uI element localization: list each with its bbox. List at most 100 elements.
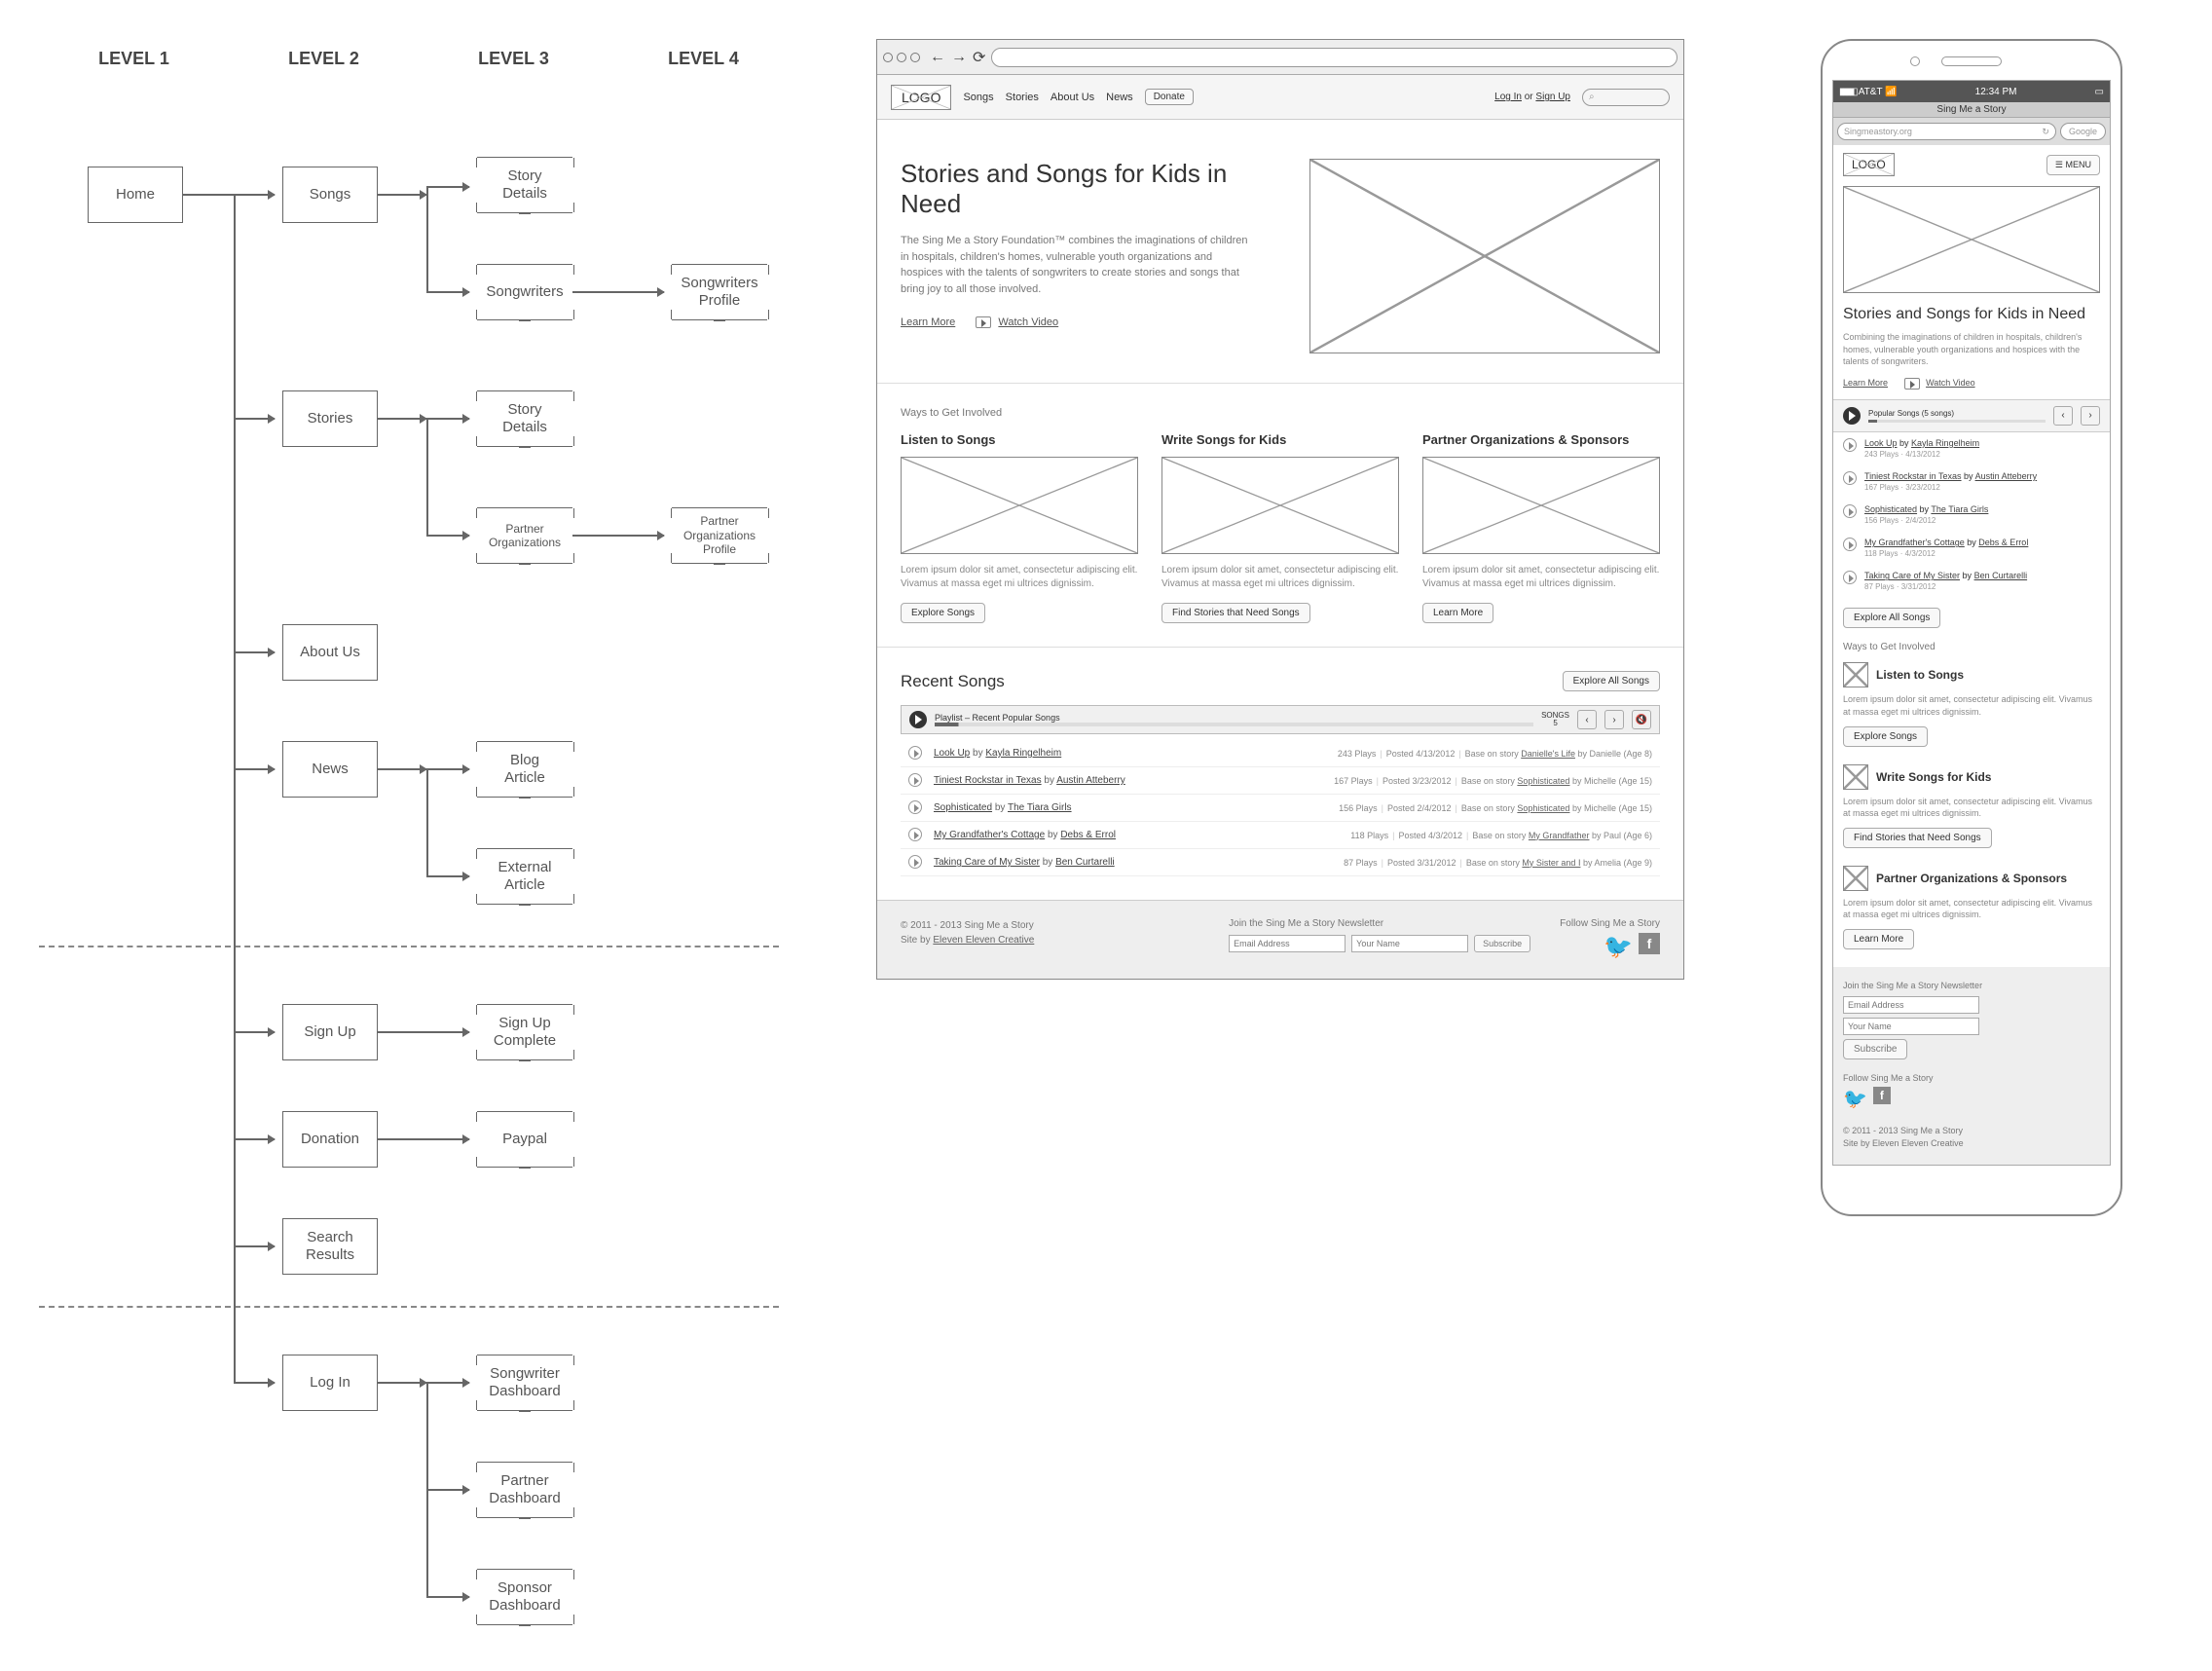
mobile-explore-all-button[interactable]: Explore All Songs	[1843, 608, 1940, 628]
url-input[interactable]: Singmeastory.org ↻	[1837, 123, 2056, 140]
nav-news[interactable]: News	[1106, 92, 1133, 103]
play-icon[interactable]	[908, 800, 922, 814]
twitter-icon[interactable]: 🐦	[1604, 933, 1633, 961]
story-link[interactable]: Sophisticated	[1517, 803, 1569, 813]
mobile-song-row: Taking Care of My Sister by Ben Curtarel…	[1843, 565, 2100, 598]
reload-icon[interactable]: ⟳	[973, 48, 985, 67]
facebook-icon[interactable]: f	[1873, 1087, 1891, 1104]
way-button[interactable]: Find Stories that Need Songs	[1843, 828, 1992, 848]
mobile-playlist-bar: Popular Songs (5 songs) ‹ ›	[1833, 399, 2110, 432]
prev-button[interactable]: ‹	[2053, 406, 2073, 426]
way-button[interactable]: Explore Songs	[1843, 726, 1928, 747]
play-button[interactable]	[909, 711, 927, 728]
search-input[interactable]: ⌕	[1582, 89, 1670, 106]
artist-link[interactable]: Debs & Errol	[1060, 830, 1116, 840]
google-search[interactable]: Google	[2060, 123, 2106, 140]
story-link[interactable]: Danielle's Life	[1521, 749, 1575, 759]
subscribe-button[interactable]: Subscribe	[1474, 935, 1530, 952]
artist-link[interactable]: Kayla Ringelheim	[985, 748, 1061, 759]
song-title-link[interactable]: Tiniest Rockstar in Texas	[934, 775, 1042, 786]
name-input[interactable]	[1351, 935, 1468, 952]
play-icon[interactable]	[908, 828, 922, 841]
learn-more-button[interactable]: Learn More	[1422, 603, 1493, 623]
prev-button[interactable]: ‹	[1577, 710, 1597, 729]
play-button[interactable]	[1843, 407, 1861, 425]
song-title-link[interactable]: Look Up	[934, 748, 970, 759]
mobile-learn-more[interactable]: Learn More	[1843, 378, 1888, 388]
find-stories-button[interactable]: Find Stories that Need Songs	[1161, 603, 1310, 623]
mobile-email-input[interactable]	[1843, 996, 1979, 1014]
logo[interactable]: LOGO	[891, 85, 951, 110]
song-title-link[interactable]: Tiniest Rockstar in Texas	[1864, 471, 1962, 481]
learn-more-link[interactable]: Learn More	[901, 316, 955, 328]
mobile-subscribe-button[interactable]: Subscribe	[1843, 1039, 1907, 1059]
story-link[interactable]: Sophisticated	[1517, 776, 1569, 786]
explore-all-button[interactable]: Explore All Songs	[1563, 671, 1660, 691]
story-link[interactable]: My Grandfather	[1529, 831, 1590, 840]
artist-link[interactable]: The Tiara Girls	[1931, 504, 1988, 514]
play-icon[interactable]	[1843, 538, 1857, 551]
mobile-name-input[interactable]	[1843, 1018, 1979, 1035]
artist-link[interactable]: The Tiara Girls	[1008, 802, 1072, 813]
progress-bar[interactable]	[935, 723, 1533, 726]
explore-songs-button[interactable]: Explore Songs	[901, 603, 985, 623]
nav-about[interactable]: About Us	[1051, 92, 1094, 103]
window-controls[interactable]	[883, 53, 920, 62]
connector	[426, 186, 469, 188]
refresh-icon[interactable]: ↻	[2042, 127, 2049, 137]
mobile-credit-link[interactable]: Eleven Eleven Creative	[1872, 1138, 1964, 1148]
song-row: Taking Care of My Sister by Ben Curtarel…	[901, 849, 1660, 876]
connector	[572, 535, 664, 537]
artist-link[interactable]: Kayla Ringelheim	[1911, 438, 1979, 448]
play-icon[interactable]	[908, 746, 922, 760]
play-icon[interactable]	[1843, 438, 1857, 452]
artist-link[interactable]: Austin Atteberry	[1056, 775, 1125, 786]
connector	[234, 418, 275, 420]
play-icon[interactable]	[908, 773, 922, 787]
song-title-link[interactable]: Sophisticated	[1864, 504, 1917, 514]
song-title-link[interactable]: My Grandfather's Cottage	[1864, 538, 1965, 547]
back-icon[interactable]: ←	[930, 49, 945, 66]
song-title-link[interactable]: Taking Care of My Sister	[1864, 571, 1960, 580]
mobile-hero-image	[1843, 186, 2100, 293]
artist-link[interactable]: Austin Atteberry	[1975, 471, 2038, 481]
watch-video-link[interactable]: Watch Video	[998, 316, 1058, 328]
facebook-icon[interactable]: f	[1639, 933, 1660, 954]
email-input[interactable]	[1229, 935, 1346, 952]
hero-title: Stories and Songs for Kids in Need	[901, 159, 1280, 219]
play-icon[interactable]	[1843, 504, 1857, 518]
twitter-icon[interactable]: 🐦	[1843, 1087, 1867, 1111]
next-button[interactable]: ›	[2081, 406, 2100, 426]
nav-stories[interactable]: Stories	[1006, 92, 1039, 103]
connector	[234, 768, 275, 770]
artist-link[interactable]: Ben Curtarelli	[1974, 571, 2028, 580]
artist-link[interactable]: Ben Curtarelli	[1055, 857, 1115, 868]
menu-button[interactable]: ☰ MENU	[2046, 155, 2100, 175]
signup-link[interactable]: Sign Up	[1535, 92, 1570, 102]
artist-link[interactable]: Debs & Errol	[1978, 538, 2028, 547]
login-link[interactable]: Log In	[1494, 92, 1522, 102]
mobile-watch-video[interactable]: Watch Video	[1926, 378, 1975, 388]
progress-bar[interactable]	[1868, 420, 2046, 423]
mobile-logo[interactable]: LOGO	[1843, 153, 1895, 176]
way-title: Partner Organizations & Sponsors	[1876, 872, 2067, 885]
play-icon[interactable]	[1843, 471, 1857, 485]
credit-link[interactable]: Eleven Eleven Creative	[933, 935, 1034, 946]
song-title-link[interactable]: Sophisticated	[934, 802, 992, 813]
song-title-link[interactable]: Look Up	[1864, 438, 1898, 448]
play-icon[interactable]	[1843, 571, 1857, 584]
forward-icon[interactable]: →	[951, 49, 967, 66]
next-button[interactable]: ›	[1604, 710, 1624, 729]
play-icon[interactable]	[908, 855, 922, 869]
song-row: Sophisticated by The Tiara Girls156 Play…	[901, 795, 1660, 822]
song-title-link[interactable]: Taking Care of My Sister	[934, 857, 1040, 868]
way-button[interactable]: Learn More	[1843, 929, 1914, 949]
nav-songs[interactable]: Songs	[963, 92, 993, 103]
mobile-body: LOGO ☰ MENU Stories and Songs for Kids i…	[1833, 145, 2110, 1165]
donate-button[interactable]: Donate	[1145, 89, 1194, 105]
address-bar[interactable]	[991, 48, 1677, 67]
story-link[interactable]: My Sister and I	[1522, 858, 1580, 868]
ways-title: Ways to Get Involved	[901, 407, 1660, 419]
song-title-link[interactable]: My Grandfather's Cottage	[934, 830, 1045, 840]
mute-button[interactable]: 🔇	[1632, 710, 1651, 729]
